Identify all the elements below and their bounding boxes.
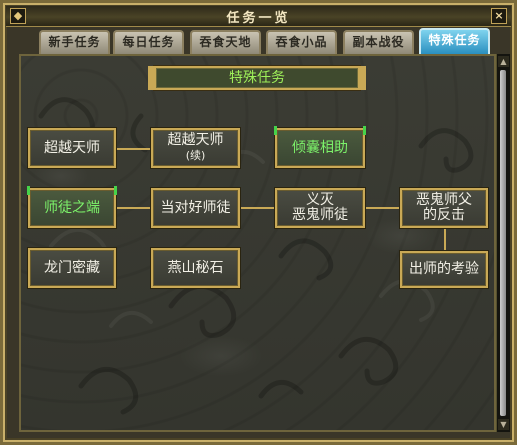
quest-link	[444, 227, 446, 251]
header-right-ornament	[360, 66, 366, 90]
close-button[interactable]: ×	[491, 8, 507, 24]
quest-node-egui-shifu-fanji[interactable]: 恶鬼师父 的反击	[400, 188, 488, 228]
scroll-down-arrow-icon[interactable]: ▼	[498, 419, 509, 430]
tab-special-quests[interactable]: 特殊任务	[419, 28, 490, 54]
scroll-up-arrow-icon[interactable]: ▲	[498, 56, 509, 67]
quest-node-dangdui-hao-shitu[interactable]: 当对好师徒	[151, 188, 240, 228]
quest-list-scrollbar[interactable]: ▲ ▼	[496, 54, 510, 432]
quest-link	[365, 207, 400, 209]
tab-daily-quests[interactable]: 每日任务	[113, 30, 184, 54]
quest-node-chaoyue-tianshi-xu[interactable]: 超越天师 (续)	[151, 128, 240, 168]
tab-dungeon-battles[interactable]: 副本战役	[343, 30, 414, 54]
quest-list-window: ◆ 任务一览 × 新手任务 每日任务 吞食天地 吞食小品 副本战役 特殊任务 特…	[0, 0, 517, 445]
quest-tree-panel: 特殊任务 超越天师 超越天师 (续) 倾囊相助 师徒之端 当对好师徒 义灭 恶鬼…	[19, 54, 496, 432]
quest-label: 燕山秘石	[167, 259, 224, 276]
quest-link	[240, 207, 275, 209]
header-left-ornament	[148, 66, 154, 90]
quest-label: 师徒之端	[44, 199, 100, 216]
quest-node-qingnang-xiangzhu[interactable]: 倾囊相助	[274, 126, 366, 168]
available-marker-icon	[363, 126, 366, 135]
quest-node-chushi-kaoyan[interactable]: 出师的考验	[400, 251, 488, 288]
quest-sublabel: (续)	[185, 149, 206, 162]
quest-sublabel: 的反击	[423, 207, 465, 223]
quest-node-longmen-micang[interactable]: 龙门密藏	[28, 248, 116, 288]
quest-label: 超越天师	[167, 132, 224, 148]
tab-tunshi-tiandi[interactable]: 吞食天地	[190, 30, 261, 54]
quest-label: 倾囊相助	[292, 139, 348, 156]
available-marker-icon	[114, 186, 117, 195]
quest-label: 出师的考验	[409, 261, 479, 277]
quest-label: 龙门密藏	[44, 259, 100, 276]
quest-link	[116, 148, 151, 150]
quest-label: 超越天师	[44, 139, 100, 156]
available-marker-icon	[274, 126, 277, 135]
quest-node-yimie-egui-shitu[interactable]: 义灭 恶鬼师徒	[275, 188, 365, 228]
category-header: 特殊任务	[148, 66, 366, 90]
quest-node-shitu-zhiduan[interactable]: 师徒之端	[27, 186, 117, 228]
tab-tunshi-xiaopin[interactable]: 吞食小品	[266, 30, 337, 54]
quest-label: 义灭	[306, 192, 334, 208]
scroll-thumb[interactable]	[500, 70, 506, 416]
title-bar[interactable]: ◆ 任务一览 ×	[6, 6, 511, 27]
available-marker-icon	[27, 186, 30, 195]
quest-node-yanshan-mishi[interactable]: 燕山秘石	[151, 248, 240, 288]
quest-link	[116, 207, 151, 209]
quest-label: 当对好师徒	[160, 199, 231, 216]
quest-node-chaoyue-tianshi[interactable]: 超越天师	[28, 128, 116, 168]
background-swirl-pattern	[38, 97, 474, 415]
quest-label: 恶鬼师父	[416, 192, 472, 208]
quest-sublabel: 恶鬼师徒	[292, 207, 348, 223]
category-title: 特殊任务	[229, 70, 285, 86]
window-title: 任务一览	[226, 11, 291, 26]
tab-novice-quests[interactable]: 新手任务	[39, 30, 110, 54]
